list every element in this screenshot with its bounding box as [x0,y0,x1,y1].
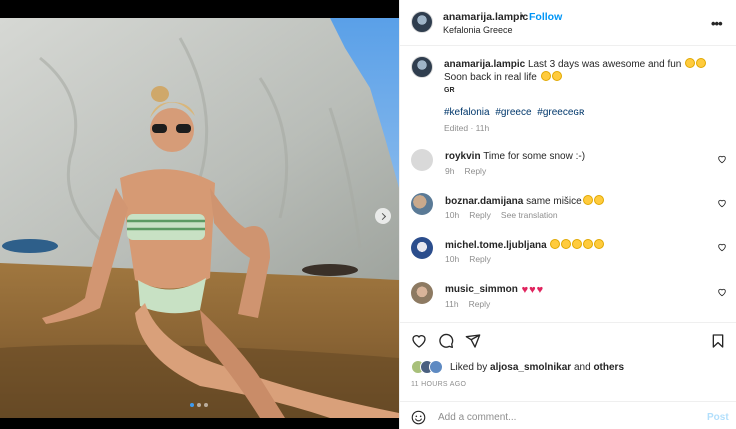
post-timestamp[interactable]: 11 HOURS AGO [411,381,466,388]
comment-item: roykvin Time for some snow :-) 9h Reply [400,149,736,193]
caption-text-line2: Soon back in real life [444,72,537,83]
comment-text: Time for some snow :-) [483,151,586,162]
edited-time: 11h [475,123,490,133]
post-media [0,0,399,429]
beach-photo-image [0,18,399,418]
country-badge: GR [444,87,455,94]
comment-icon[interactable] [438,333,454,349]
red-heart-emoji-icon: ♥ [521,284,529,296]
commenter-avatar[interactable] [411,193,433,215]
reply-button[interactable]: Reply [469,299,491,309]
commenter-username[interactable]: roykvin [445,151,481,162]
commenter-username[interactable]: michel.tome.ljubljana [445,240,547,251]
carousel-dot [204,403,208,407]
post-action-bar [400,322,736,358]
comment-time: 10h [445,254,460,264]
author-username[interactable]: anamarija.lampic [443,11,528,23]
reply-button[interactable]: Reply [464,166,486,176]
comment-item: michel.tome.ljubljana 10h Reply [400,237,736,281]
more-horizontal-icon[interactable]: ••• [711,16,723,31]
commenter-username[interactable]: boznar.damijana [445,196,523,207]
comment-item: boznar.damijana same mišice 10h Reply See … [400,193,736,237]
red-heart-emoji-icon: ♥ [536,284,544,296]
comment-item: music_simmon ♥♥♥ 11h Reply [400,282,736,326]
post-caption: anamarija.lampic Last 3 days was awesome… [444,58,724,94]
add-comment-bar: Post [400,401,736,429]
commenter-username[interactable]: music_simmon [445,284,518,295]
comment-time: 10h [445,210,460,220]
heart-eyes-emoji-icon [583,239,594,249]
follow-button[interactable]: Follow [529,11,562,23]
commenter-avatar[interactable] [411,237,433,259]
post-header: anamarija.lampic • Follow Kefalonia Gree… [400,0,736,46]
location-link[interactable]: Kefalonia Greece [443,25,513,35]
edited-text: Edited [444,123,469,133]
liker-avatar [429,360,443,374]
hashtag-link[interactable]: #greeceɢʀ [537,107,584,118]
edited-label: Edited · 11h [444,123,490,133]
post-sidebar: anamarija.lampic • Follow Kefalonia Gree… [399,0,736,429]
carousel-dot [197,403,201,407]
author-avatar[interactable] [411,11,433,33]
grinning-emoji-icon [593,195,604,205]
likes-and: and [573,362,591,373]
grinning-emoji-icon [582,195,593,205]
reply-button[interactable]: Reply [469,254,491,264]
comment-time: 11h [445,299,459,309]
heart-eyes-emoji-icon [594,239,605,249]
hashtag-link[interactable]: #greece [495,107,531,118]
commenter-avatar[interactable] [411,149,433,171]
add-comment-input[interactable] [438,409,688,425]
paper-plane-icon[interactable] [465,333,481,349]
comment-like-heart-icon[interactable] [717,198,727,208]
caption-text-line1: Last 3 days was awesome and fun [527,59,682,70]
wink-emoji-icon [540,71,551,81]
comment-like-heart-icon[interactable] [717,287,727,297]
flexed-biceps-emoji-icon [551,71,562,81]
liker-avatars [411,360,447,374]
see-translation-button[interactable]: See translation [501,210,558,220]
heart-eyes-emoji-icon [696,58,707,68]
likes-prefix: Liked by [450,362,488,373]
comment-like-heart-icon[interactable] [717,154,727,164]
comment-like-heart-icon[interactable] [717,242,727,252]
carousel-dot-active [190,403,194,407]
caption-username[interactable]: anamarija.lampic [444,59,525,70]
hashtag-list: #kefalonia #greece #greeceɢʀ [444,107,587,118]
heart-eyes-emoji-icon [685,58,696,68]
heart-eyes-emoji-icon [550,239,561,249]
post-photo[interactable] [0,18,399,418]
likes-summary: Liked by aljosa_smolnikar and others [411,360,731,374]
comment-time: 9h [445,166,455,176]
smiley-icon[interactable] [411,410,426,425]
heart-eyes-emoji-icon [561,239,572,249]
heart-outline-icon[interactable] [411,333,427,349]
heart-eyes-emoji-icon [572,239,583,249]
post-comment-button[interactable]: Post [707,412,729,423]
carousel-indicator [190,403,208,407]
caption-author-avatar[interactable] [411,56,433,78]
likes-others-link[interactable]: others [593,362,624,373]
carousel-next-button[interactable] [375,208,391,224]
reply-button[interactable]: Reply [469,210,491,220]
comment-text: same mišice [526,196,582,207]
commenter-avatar[interactable] [411,282,433,304]
bookmark-icon[interactable] [710,333,726,349]
hashtag-link[interactable]: #kefalonia [444,107,490,118]
chevron-right-icon [378,212,386,220]
red-heart-emoji-icon: ♥ [529,284,536,296]
header-separator: • [520,11,524,22]
liker-username[interactable]: aljosa_smolnikar [490,362,571,373]
